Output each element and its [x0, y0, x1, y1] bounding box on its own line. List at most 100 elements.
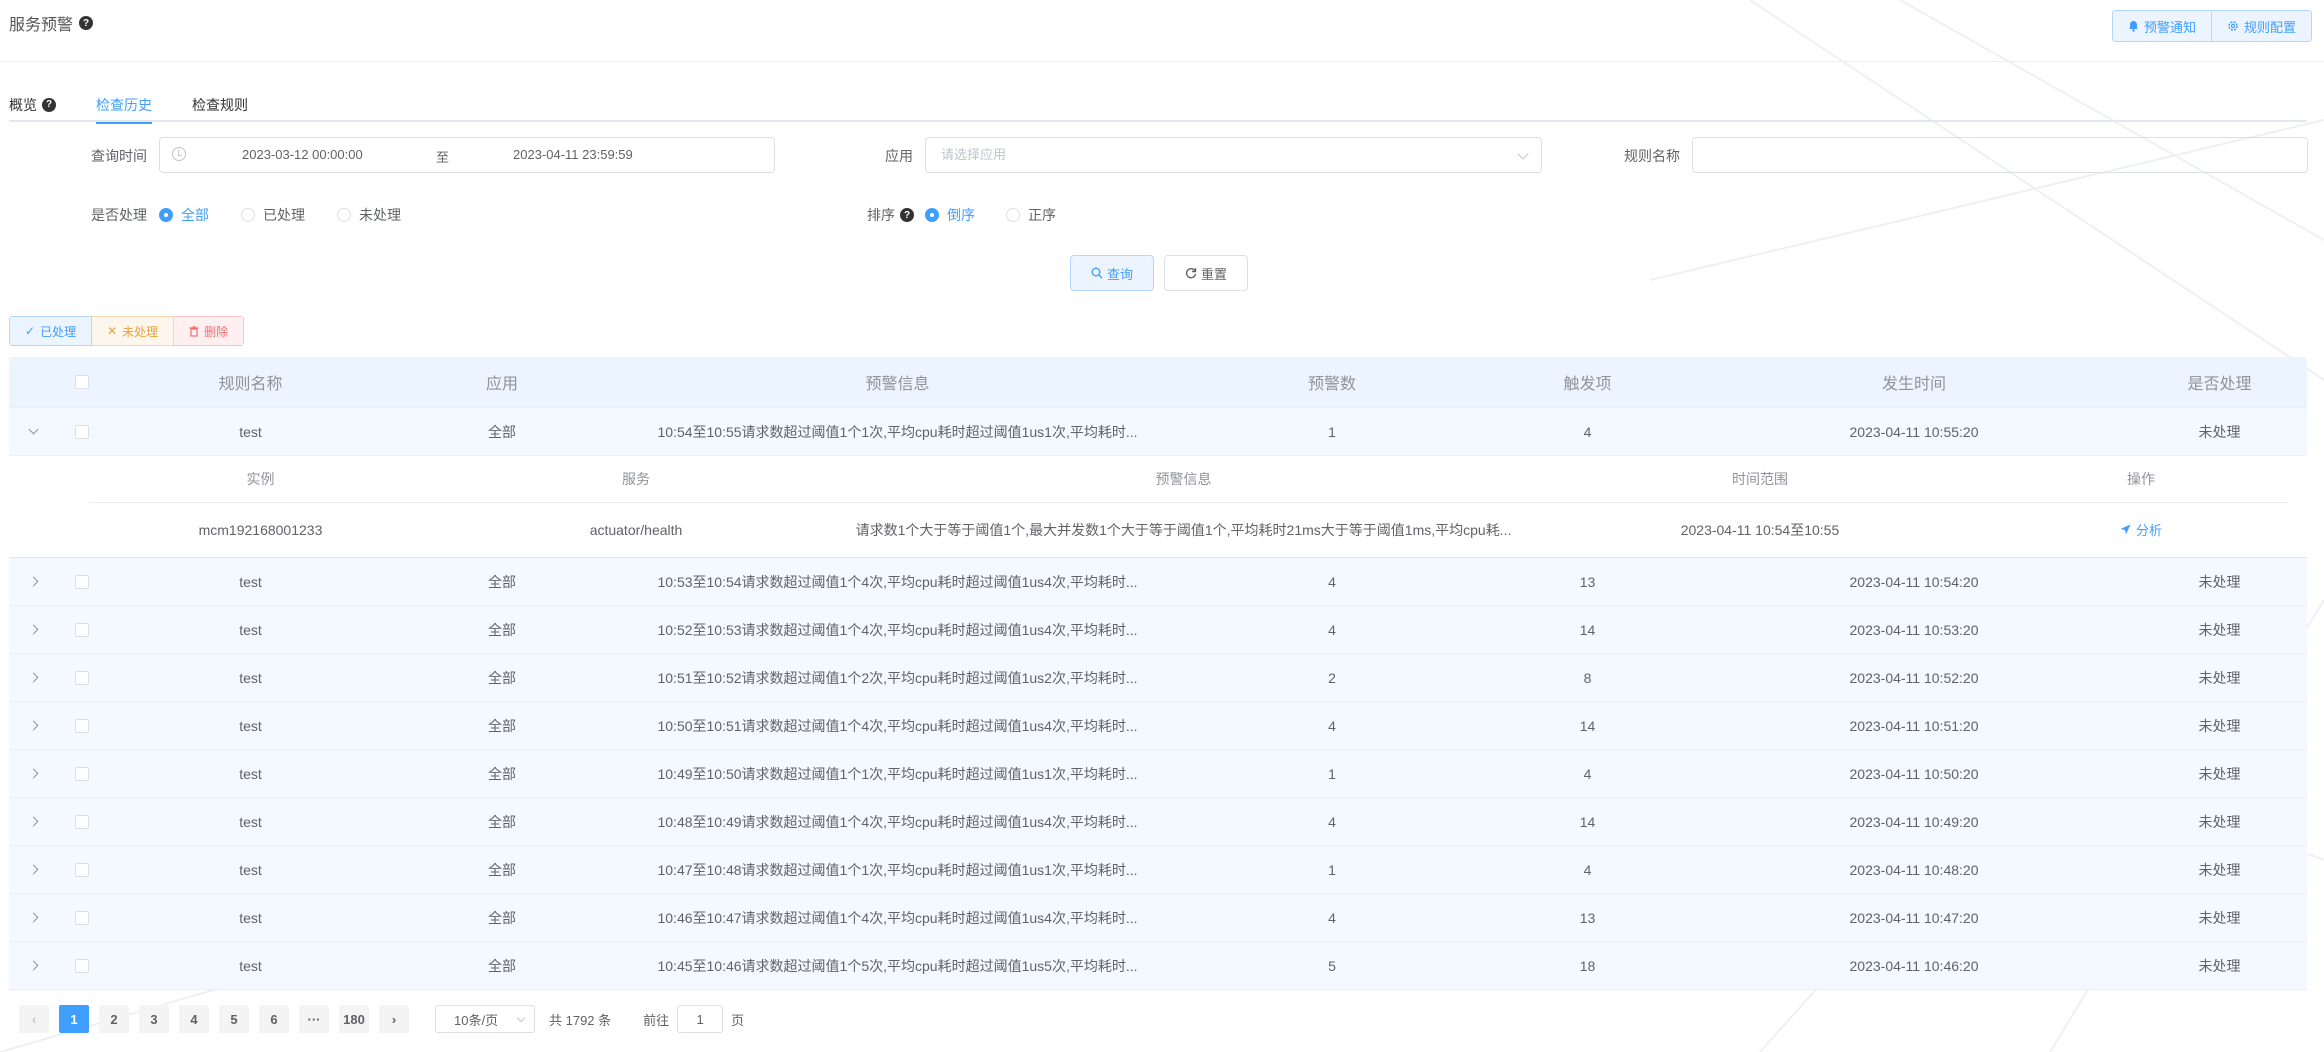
rule-name-input[interactable] — [1692, 137, 2308, 173]
row-checkbox[interactable] — [75, 622, 89, 637]
expand-toggle[interactable] — [9, 558, 57, 605]
row-status: 未处理 — [2198, 909, 2241, 926]
radio-handled-done[interactable]: 已处理 — [241, 205, 305, 225]
tab-check-history[interactable]: 检查历史 — [96, 90, 152, 124]
table-row[interactable]: test 全部 10:53至10:54请求数超过阈值1个4次,平均cpu耗时超过阈值… — [9, 558, 2307, 606]
table-row[interactable]: test 全部 10:45至10:46请求数超过阈值1个5次,平均cpu耗时超过阈值… — [9, 942, 2307, 990]
goto-page-input[interactable]: 1 — [677, 1005, 724, 1033]
row-checkbox[interactable] — [75, 862, 89, 877]
next-page-button[interactable]: › — [379, 1005, 409, 1033]
table-row[interactable]: test 全部 10:50至10:51请求数超过阈值1个4次,平均cpu耗时超过阈值… — [9, 702, 2307, 750]
table-row[interactable]: test 全部 10:49至10:50请求数超过阈值1个1次,平均cpu耗时超过阈值… — [9, 750, 2307, 798]
row-checkbox[interactable] — [75, 424, 89, 439]
radio-dot — [1006, 208, 1020, 222]
row-checkbox-cell — [57, 942, 107, 989]
expand-toggle[interactable] — [9, 606, 57, 653]
radio-handled-undone[interactable]: 未处理 — [337, 205, 401, 225]
page-button[interactable]: 2 — [99, 1005, 129, 1033]
query-time-label: 查询时间 — [91, 148, 147, 164]
expand-toggle[interactable] — [9, 654, 57, 701]
table-row[interactable]: test 全部 10:46至10:47请求数超过阈值1个4次,平均cpu耗时超过阈值… — [9, 894, 2307, 942]
chevron-right-icon — [28, 624, 38, 635]
chevron-down-icon — [1517, 148, 1529, 160]
row-checkbox[interactable] — [75, 958, 89, 973]
detail-table: 实例 服务 预警信息 时间范围 操作 mcm192168001233 actua… — [89, 456, 2289, 556]
row-time: 2023-04-11 10:47:20 — [1849, 909, 1979, 926]
page-button[interactable]: 5 — [219, 1005, 249, 1033]
question-circle-icon[interactable]: ? — [42, 98, 56, 112]
radio-dot — [337, 208, 351, 222]
page-button[interactable]: 1 — [59, 1005, 89, 1033]
page-button[interactable]: 4 — [179, 1005, 209, 1033]
row-checkbox[interactable] — [75, 910, 89, 925]
detail-header: 实例 服务 预警信息 时间范围 操作 — [89, 456, 2289, 503]
question-circle-icon[interactable]: ? — [79, 16, 94, 30]
query-button[interactable]: 查询 — [1070, 255, 1154, 291]
row-checkbox[interactable] — [75, 670, 89, 685]
start-time-input[interactable]: 2023-03-12 00:00:00 — [242, 147, 363, 162]
row-checkbox[interactable] — [75, 574, 89, 589]
radio-sort-desc[interactable]: 倒序 — [925, 205, 975, 225]
radio-handled-all[interactable]: 全部 — [159, 205, 209, 225]
row-checkbox[interactable] — [75, 766, 89, 781]
row-count: 4 — [1328, 813, 1336, 830]
table-body: test 全部 10:53至10:54请求数超过阈值1个4次,平均cpu耗时超过阈值… — [9, 558, 2307, 990]
chevron-right-icon — [28, 864, 38, 875]
column-header-triggers[interactable]: 触发项 — [1479, 357, 1696, 407]
chevron-down-icon — [28, 424, 38, 435]
column-header-time[interactable]: 发生时间 — [1696, 357, 2132, 407]
app-select[interactable]: 请选择应用 — [925, 137, 1542, 173]
expand-toggle[interactable] — [9, 798, 57, 845]
row-checkbox-cell — [57, 798, 107, 845]
date-range-picker[interactable]: 2023-03-12 00:00:00 至 2023-04-11 23:59:5… — [159, 137, 775, 173]
page-size-select[interactable]: 10条/页 — [435, 1005, 535, 1033]
expand-toggle[interactable] — [9, 846, 57, 893]
table-row[interactable]: test 全部 10:51至10:52请求数超过阈值1个2次,平均cpu耗时超过阈值… — [9, 654, 2307, 702]
table-row[interactable]: test 全部 10:54至10:55请求数超过阈值1个1次,平均cpu耗时超过… — [9, 408, 2307, 456]
expand-toggle[interactable] — [9, 942, 57, 989]
page-button[interactable]: 180 — [339, 1005, 369, 1033]
expand-toggle[interactable] — [9, 894, 57, 941]
question-circle-icon[interactable]: ? — [900, 208, 914, 222]
more-pages-button[interactable]: ··· — [299, 1005, 329, 1033]
row-count: 1 — [1328, 765, 1336, 782]
column-header-rule[interactable]: 规则名称 — [107, 357, 394, 407]
header-button-group: 预警通知 规则配置 — [2111, 10, 2312, 42]
tab-check-rules[interactable]: 检查规则 — [192, 90, 248, 122]
mark-undone-button[interactable]: ✕ 未处理 — [92, 316, 175, 346]
mark-done-button[interactable]: ✓ 已处理 — [9, 316, 93, 346]
row-triggers: 14 — [1579, 813, 1596, 830]
reset-button-label: 重置 — [1200, 266, 1227, 282]
row-checkbox-cell — [57, 750, 107, 797]
radio-sort-asc[interactable]: 正序 — [1006, 205, 1056, 225]
page-button[interactable]: 6 — [259, 1005, 289, 1033]
row-triggers: 14 — [1579, 717, 1596, 734]
handled-label: 是否处理 — [91, 207, 147, 223]
column-header-count[interactable]: 预警数 — [1185, 357, 1479, 407]
row-info: 10:54至10:55请求数超过阈值1个1次,平均cpu耗时超过阈值1us1次,… — [657, 423, 1138, 440]
analyze-link[interactable]: 分析 — [2120, 520, 2162, 539]
row-checkbox[interactable] — [75, 814, 89, 829]
column-header-status[interactable]: 是否处理 — [2132, 357, 2307, 407]
expand-toggle[interactable] — [9, 408, 57, 455]
page-button[interactable]: 3 — [139, 1005, 169, 1033]
expand-toggle[interactable] — [9, 750, 57, 797]
column-header-app[interactable]: 应用 — [394, 357, 610, 407]
row-checkbox[interactable] — [75, 718, 89, 733]
alert-notify-button[interactable]: 预警通知 — [2113, 11, 2211, 41]
detail-header-action: 操作 — [2127, 471, 2155, 487]
table-row[interactable]: test 全部 10:52至10:53请求数超过阈值1个4次,平均cpu耗时超过阈值… — [9, 606, 2307, 654]
select-all-checkbox[interactable] — [75, 375, 89, 389]
table-row[interactable]: test 全部 10:47至10:48请求数超过阈值1个1次,平均cpu耗时超过阈值… — [9, 846, 2307, 894]
expand-toggle[interactable] — [9, 702, 57, 749]
end-time-input[interactable]: 2023-04-11 23:59:59 — [513, 147, 633, 162]
detail-row: mcm192168001233 actuator/health 请求数1个大于等… — [89, 503, 2289, 556]
prev-page-button[interactable]: ‹ — [19, 1005, 49, 1033]
delete-button[interactable]: 删除 — [174, 316, 245, 346]
tab-overview[interactable]: 概览 ? — [9, 90, 56, 122]
reset-button[interactable]: 重置 — [1164, 255, 1248, 291]
rule-config-button[interactable]: 规则配置 — [2210, 11, 2311, 41]
column-header-info[interactable]: 预警信息 — [610, 357, 1185, 407]
row-info: 10:47至10:48请求数超过阈值1个1次,平均cpu耗时超过阈值1us1次,… — [657, 861, 1138, 878]
table-row[interactable]: test 全部 10:48至10:49请求数超过阈值1个4次,平均cpu耗时超过阈值… — [9, 798, 2307, 846]
